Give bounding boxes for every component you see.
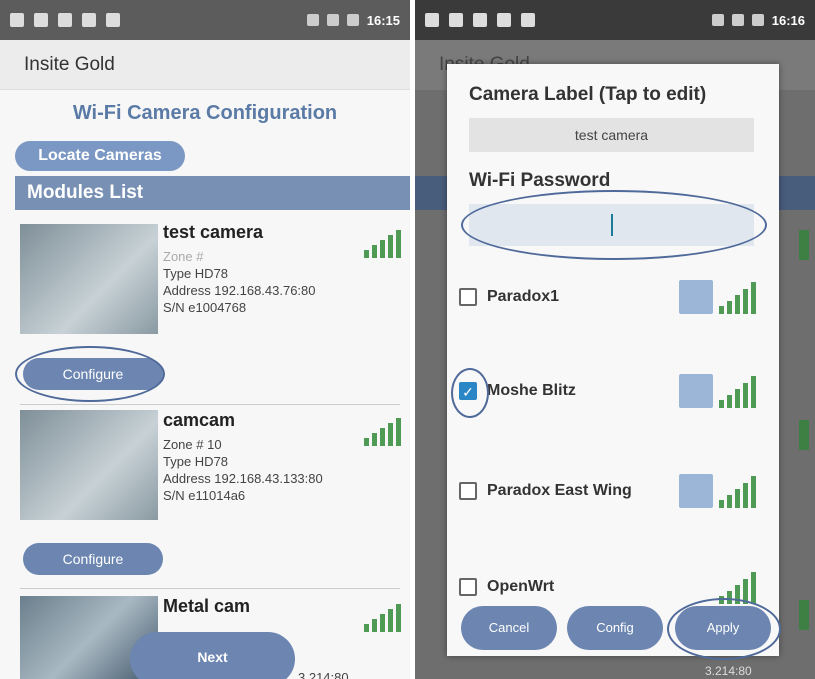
network-name: OpenWrt: [487, 578, 555, 595]
camera-label-heading: Camera Label (Tap to edit): [469, 84, 707, 105]
signal-strength-icon: [799, 420, 809, 450]
network-name: Paradox1: [487, 288, 560, 305]
wifi-password-heading: Wi-Fi Password: [469, 170, 611, 191]
notification-icon: [449, 13, 463, 27]
camera-thumbnail: [20, 410, 158, 520]
module-address: 3.214:80: [705, 664, 752, 678]
network-item[interactable]: ✓ Moshe Blitz: [451, 368, 769, 418]
wifi-icon: [679, 374, 713, 408]
network-item[interactable]: Paradox East Wing: [459, 474, 769, 510]
battery-icon: [346, 14, 359, 26]
warning-icon: [82, 13, 96, 27]
network-name: Moshe Blitz: [487, 382, 576, 399]
highlight-ring: [15, 346, 165, 402]
modules-list-header: Modules List: [15, 176, 410, 210]
highlight-ring: [667, 598, 781, 660]
camera-label-field[interactable]: test camera: [469, 118, 754, 152]
locate-cameras-button[interactable]: Locate Cameras: [15, 141, 185, 171]
module-name: Metal cam: [163, 596, 251, 616]
battery-icon: [751, 14, 764, 26]
notification-icon: [425, 13, 439, 27]
configure-button[interactable]: Configure: [23, 543, 163, 575]
module-zone: Zone #: [163, 249, 204, 264]
wifi-icon: [306, 14, 319, 26]
divider: [20, 588, 400, 589]
page-title: Wi-Fi Camera Configuration: [72, 102, 338, 124]
status-time: 16:16: [771, 12, 805, 28]
module-type: Type HD78: [163, 266, 229, 281]
module-type: Type HD78: [163, 454, 229, 469]
signal-icon: [731, 14, 744, 26]
signal-strength-icon: [364, 416, 404, 446]
wifi-icon: [679, 474, 713, 508]
signal-strength-icon: [364, 602, 404, 632]
highlight-ring: [451, 368, 489, 418]
module-address: Address 192.168.43.133:80: [163, 471, 323, 486]
status-time: 16:15: [366, 12, 400, 28]
network-name: Paradox East Wing: [487, 482, 632, 499]
notification-icon: [10, 13, 24, 27]
wifi-icon: [679, 280, 713, 314]
module-item: camcam Zone # 10 Type HD78 Address 192.1…: [15, 410, 410, 590]
notification-icon: [473, 13, 487, 27]
signal-strength-icon: [719, 280, 769, 314]
config-button[interactable]: Config: [567, 606, 663, 650]
module-serial: S/N e11014a6: [163, 488, 246, 503]
module-zone: Zone # 10: [163, 437, 222, 452]
configure-dialog: Camera Label (Tap to edit) test camera W…: [447, 64, 781, 660]
warning-icon: [497, 13, 511, 27]
module-serial: S/N e1004768: [163, 300, 247, 315]
module-address: 3.214:80: [298, 670, 349, 679]
signal-strength-icon: [799, 600, 809, 630]
divider: [20, 404, 400, 405]
notification-icon: [106, 13, 120, 27]
signal-icon: [326, 14, 339, 26]
next-button[interactable]: Next: [130, 632, 295, 679]
notification-icon: [34, 13, 48, 27]
camera-thumbnail: [20, 224, 158, 334]
status-bar: 16:16: [415, 0, 815, 40]
highlight-ring: [461, 190, 767, 260]
right-screen: 16:16 Insite Gold 3.214:80 Camera Label …: [415, 0, 815, 679]
network-checkbox[interactable]: [459, 578, 477, 596]
signal-strength-icon: [799, 230, 809, 260]
module-name: test camera: [163, 222, 264, 242]
module-name: camcam: [163, 410, 236, 430]
app-title: Insite Gold: [0, 40, 410, 90]
cancel-button[interactable]: Cancel: [461, 606, 557, 650]
status-bar: 16:15: [0, 0, 410, 40]
notification-icon: [58, 13, 72, 27]
left-screen: 16:15 Insite Gold Wi-Fi Camera Configura…: [0, 0, 410, 679]
network-checkbox[interactable]: [459, 482, 477, 500]
network-item[interactable]: Paradox1: [459, 280, 769, 316]
module-item: test camera Zone # Type HD78 Address 192…: [15, 222, 410, 402]
signal-strength-icon: [364, 228, 404, 258]
signal-strength-icon: [719, 474, 769, 508]
notification-icon: [521, 13, 535, 27]
wifi-icon: [711, 14, 724, 26]
signal-strength-icon: [719, 374, 769, 408]
network-checkbox[interactable]: [459, 288, 477, 306]
module-address: Address 192.168.43.76:80: [163, 283, 316, 298]
